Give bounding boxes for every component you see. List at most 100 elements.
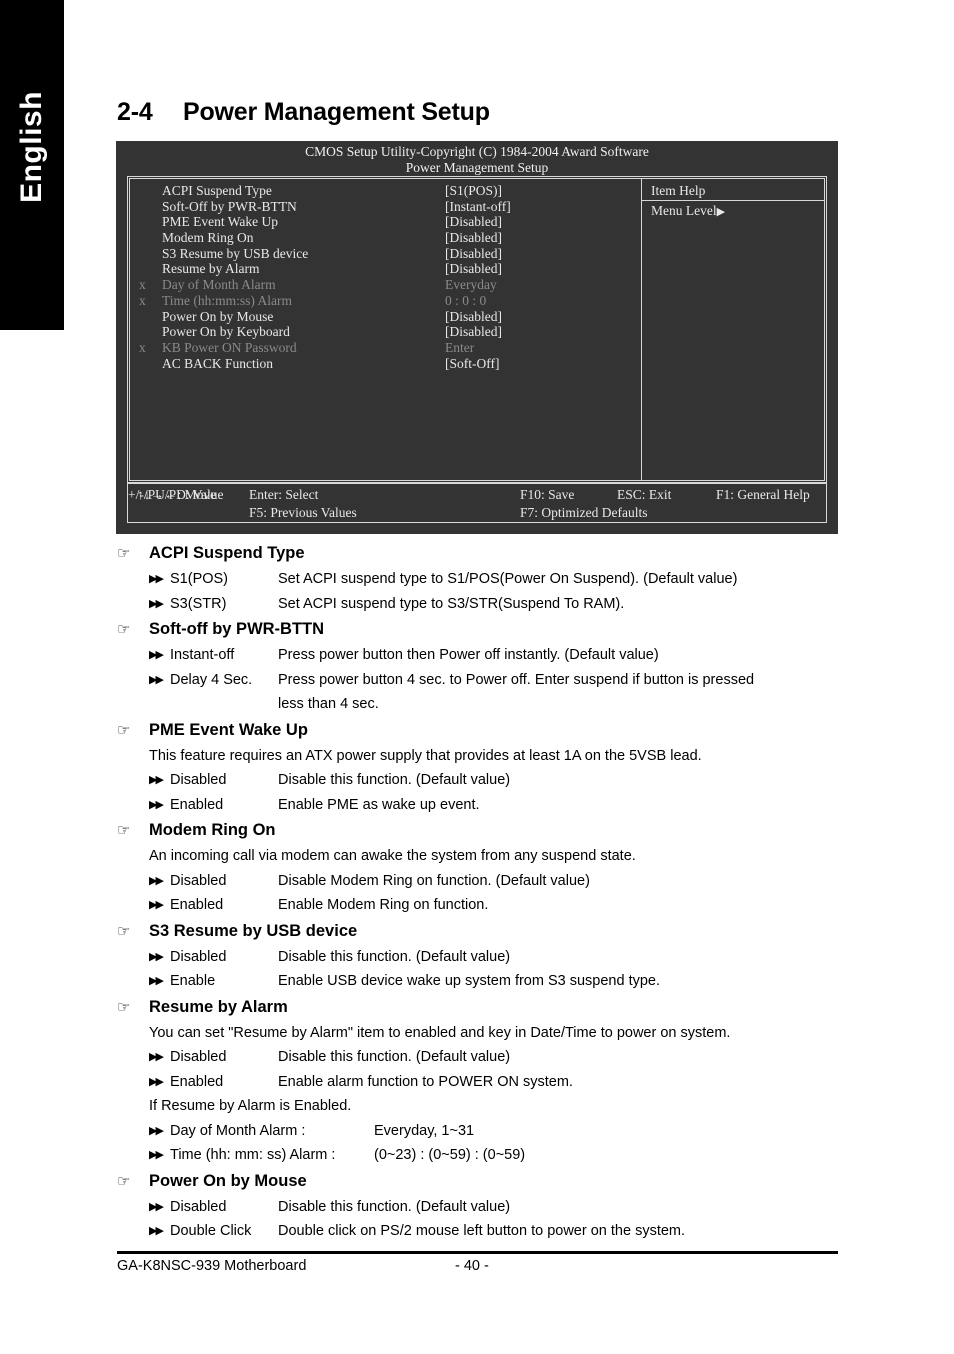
section-note-secondary: If Resume by Alarm is Enabled.	[149, 1098, 352, 1114]
section-heading-power-on-by-mouse: ☞ Power On by Mouse	[117, 1168, 954, 1195]
bios-row-value[interactable]: [Disabled]	[445, 214, 502, 230]
bios-row-label: Modem Ring On	[162, 230, 254, 246]
bios-key-legend: ↑↓→←: Move Enter: Select +/-/PU/PD: Valu…	[127, 483, 827, 523]
menu-level-row: Menu Level▶	[642, 201, 824, 220]
section-note: You can set "Resume by Alarm" item to en…	[149, 1024, 731, 1041]
double-arrow-icon: ▶▶	[149, 774, 164, 786]
bios-row-value[interactable]: [S1(POS)]	[445, 183, 502, 199]
option-description: Disable this function. (Default value)	[278, 1198, 511, 1215]
double-arrow-icon: ▶▶	[149, 649, 164, 661]
bios-row-label: Resume by Alarm	[162, 261, 260, 277]
bios-row-disabled-marker: x	[139, 292, 146, 308]
bios-row[interactable]: Resume by Alarm [Disabled]	[130, 261, 641, 277]
bios-row-label: AC BACK Function	[162, 355, 274, 371]
option-row: ▶▶ Enabled Enable PME as wake up event.	[149, 793, 954, 818]
option-row: ▶▶ Delay 4 Sec. Press power button 4 sec…	[149, 668, 954, 693]
bios-title-bar: CMOS Setup Utility-Copyright (C) 1984-20…	[116, 141, 838, 176]
footer-product-name: GA-K8NSC-939 Motherboard	[117, 1258, 307, 1274]
option-name: Disabled	[170, 772, 227, 788]
double-arrow-icon: ▶▶	[149, 1075, 164, 1088]
bios-row-label: KB Power ON Password	[162, 339, 297, 355]
bios-row-value[interactable]: [Soft-Off]	[445, 356, 500, 372]
bios-row-value[interactable]: [Disabled]	[445, 309, 502, 325]
bios-row-value[interactable]: [Disabled]	[445, 324, 502, 340]
option-row: ▶▶ Disabled Disable this function. (Defa…	[149, 1045, 954, 1070]
bios-row-label: PME Event Wake Up	[162, 214, 279, 230]
option-description: Disable Modem Ring on function. (Default…	[278, 872, 590, 889]
option-name: S1(POS)	[170, 571, 229, 587]
legend-f5: F5: Previous Values	[249, 505, 357, 520]
page-title: 2-4 Power Management Setup	[117, 98, 490, 127]
double-arrow-icon: ▶▶	[149, 950, 164, 963]
legend-f1: F1: General Help	[716, 487, 810, 502]
bios-row: x Time (hh:mm:ss) Alarm 0 : 0 : 0	[130, 293, 641, 309]
section-heading-label: ACPI Suspend Type	[149, 544, 305, 562]
bios-row-disabled-marker: x	[139, 277, 146, 293]
option-name: Disabled	[170, 948, 227, 965]
section-heading-label: Modem Ring On	[149, 821, 276, 839]
option-description: Enable Modem Ring on function.	[278, 897, 489, 913]
bios-row[interactable]: PME Event Wake Up [Disabled]	[130, 214, 641, 230]
option-description: Disable this function. (Default value)	[278, 948, 511, 965]
option-name: Enabled	[170, 1073, 224, 1090]
option-name: Instant-off	[170, 647, 235, 663]
bios-row-value: Enter	[445, 339, 475, 355]
option-description: Set ACPI suspend type to S1/POS(Power On…	[278, 571, 738, 587]
bios-row[interactable]: ACPI Suspend Type [S1(POS)]	[130, 183, 641, 199]
legend-f7: F7: Optimized Defaults	[520, 505, 648, 520]
bios-row-label: ACPI Suspend Type	[162, 183, 272, 198]
option-description: Double click on PS/2 mouse left button t…	[278, 1223, 686, 1239]
double-arrow-icon: ▶▶	[149, 573, 164, 585]
bios-row-value[interactable]: [Disabled]	[445, 230, 502, 246]
option-row: ▶▶ Time (hh: mm: ss) Alarm : (0~23) : (0…	[149, 1143, 954, 1168]
bios-row-value: 0 : 0 : 0	[445, 292, 487, 308]
option-row: ▶▶ Day of Month Alarm : Everyday, 1~31	[149, 1119, 954, 1144]
double-arrow-icon: ▶▶	[149, 874, 164, 887]
option-row: ▶▶ Enable Enable USB device wake up syst…	[149, 969, 954, 994]
option-description: Disable this function. (Default value)	[278, 772, 511, 788]
option-row: ▶▶ Disabled Disable this function. (Defa…	[149, 1195, 954, 1220]
section-heading-acpi-suspend-type: ☞ ACPI Suspend Type	[117, 540, 954, 567]
hand-pointer-icon: ☞	[117, 822, 131, 839]
double-arrow-icon: ▶▶	[149, 1225, 164, 1237]
option-description: Enable PME as wake up event.	[278, 796, 480, 813]
option-row: ▶▶ Disabled Disable this function. (Defa…	[149, 768, 954, 793]
section-note: This feature requires an ATX power suppl…	[149, 747, 702, 764]
bios-row-label: Day of Month Alarm	[162, 277, 276, 293]
option-description: Enable alarm function to POWER ON system…	[278, 1073, 573, 1090]
bios-row-value[interactable]: [Disabled]	[445, 246, 502, 262]
option-name: Enabled	[170, 796, 224, 813]
bios-row[interactable]: Modem Ring On [Disabled]	[130, 230, 641, 246]
bios-setup-screen: CMOS Setup Utility-Copyright (C) 1984-20…	[116, 141, 838, 534]
hand-pointer-icon: ☞	[117, 545, 131, 562]
bios-body: ACPI Suspend Type [S1(POS)] Soft-Off by …	[127, 176, 827, 483]
bios-row[interactable]: Soft-Off by PWR-BTTN [Instant-off]	[130, 199, 641, 215]
bios-row-disabled-marker: x	[139, 339, 146, 355]
bios-row-value[interactable]: [Disabled]	[445, 261, 502, 277]
bios-item-list: ACPI Suspend Type [S1(POS)] Soft-Off by …	[130, 179, 641, 480]
bios-row-label: Time (hh:mm:ss) Alarm	[162, 292, 293, 308]
double-arrow-icon: ▶▶	[149, 1051, 164, 1063]
option-description: (0~23) : (0~59) : (0~59)	[374, 1147, 526, 1163]
section-heading-label: Resume by Alarm	[149, 997, 288, 1016]
page-title-text: Power Management Setup	[183, 98, 490, 126]
hand-pointer-icon: ☞	[117, 922, 131, 940]
bios-row[interactable]: Power On by Mouse [Disabled]	[130, 309, 641, 325]
option-description: Disable this function. (Default value)	[278, 1049, 511, 1065]
option-row: ▶▶ Disabled Disable Modem Ring on functi…	[149, 869, 954, 894]
legend-f10: F10: Save	[520, 487, 575, 502]
menu-level-label: Menu Level	[651, 203, 717, 218]
bios-row-value[interactable]: [Instant-off]	[445, 199, 511, 215]
double-arrow-icon: ▶▶	[149, 597, 164, 610]
option-description-continued: less than 4 sec.	[278, 696, 379, 712]
section-heading-label: Power On by Mouse	[149, 1171, 307, 1190]
double-arrow-icon: ▶▶	[149, 1124, 164, 1137]
option-name: Time (hh: mm: ss) Alarm :	[170, 1147, 336, 1163]
bios-row[interactable]: AC BACK Function [Soft-Off]	[130, 356, 641, 372]
bios-row[interactable]: S3 Resume by USB device [Disabled]	[130, 246, 641, 262]
double-arrow-icon: ▶▶	[149, 1149, 164, 1161]
option-description: Press power button 4 sec. to Power off. …	[278, 671, 755, 688]
section-heading-soft-off-by-pwr-bttn: ☞ Soft-off by PWR-BTTN	[117, 616, 954, 643]
bios-row[interactable]: Power On by Keyboard [Disabled]	[130, 324, 641, 340]
section-heading-resume-by-alarm: ☞ Resume by Alarm	[117, 994, 954, 1021]
